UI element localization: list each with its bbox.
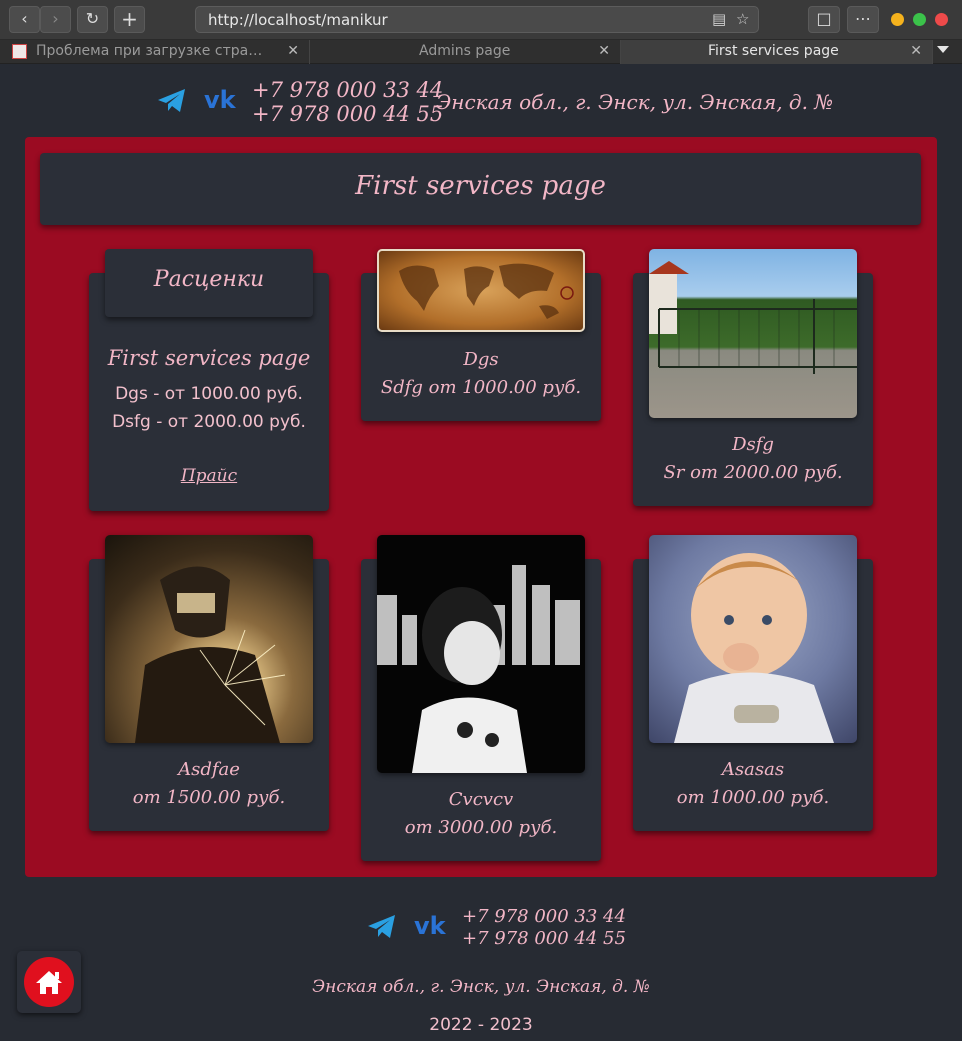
forward-button[interactable]: › <box>40 6 71 33</box>
tab-list-button[interactable] <box>937 46 949 53</box>
footer-years: 2022 - 2023 <box>429 1015 533 1035</box>
telegram-icon[interactable] <box>157 88 187 114</box>
service-price: от 1500.00 руб. <box>132 787 286 808</box>
telegram-icon[interactable] <box>367 914 397 940</box>
tab-bar: Проблема при загрузке стра… ✕ Admins pag… <box>0 40 962 64</box>
price-line-1: Dgs - от 1000.00 руб. <box>115 384 303 404</box>
new-tab-button[interactable]: + <box>114 6 145 33</box>
reload-button[interactable]: ↻ <box>77 6 108 33</box>
home-icon <box>36 971 62 994</box>
service-image-gate[interactable] <box>649 249 857 418</box>
price-line-2: Dsfg - от 2000.00 руб. <box>112 412 306 432</box>
price-subtitle: First services page <box>107 346 311 370</box>
close-icon[interactable]: ✕ <box>287 40 299 63</box>
star-icon[interactable]: ☆ <box>736 10 749 28</box>
home-button[interactable] <box>17 951 81 1013</box>
service-price: от 3000.00 руб. <box>404 817 558 838</box>
bookmark-button[interactable]: □ <box>808 6 840 33</box>
tab-label: Проблема при загрузке стра… <box>36 43 263 59</box>
tab-label: First services page <box>708 43 839 59</box>
service-price: Sdfg от 1000.00 руб. <box>380 377 582 398</box>
service-image-baby[interactable] <box>649 535 857 743</box>
header-address: Энская обл., г. Энск, ул. Энская, д. № <box>436 90 834 114</box>
header-phone-2[interactable]: +7 978 000 44 55 <box>252 102 443 126</box>
service-name: Dsfg <box>732 434 774 455</box>
reader-icon[interactable]: ▤ <box>712 10 726 28</box>
home-circle <box>24 957 74 1007</box>
maximize-dot[interactable] <box>913 13 926 26</box>
page-title-box: First services page <box>40 153 921 225</box>
page-title: First services page <box>355 171 606 201</box>
service-image-map[interactable] <box>377 249 585 332</box>
service-price: Sr от 2000.00 руб. <box>663 462 843 483</box>
service-name: Asdfae <box>178 759 240 780</box>
service-image-welder[interactable] <box>105 535 313 743</box>
tab-label: Admins page <box>419 43 511 59</box>
back-button[interactable]: ‹ <box>9 6 40 33</box>
menu-button[interactable]: ⋯ <box>847 6 879 33</box>
close-icon[interactable]: ✕ <box>598 40 610 63</box>
header-phone-1[interactable]: +7 978 000 33 44 <box>252 78 443 102</box>
service-image-child-bw[interactable] <box>377 535 585 773</box>
city-child-graphic <box>377 565 580 773</box>
service-price: от 1000.00 руб. <box>676 787 830 808</box>
vk-icon[interactable]: vk <box>414 912 446 940</box>
price-heading: Расценки <box>153 267 265 292</box>
browser-toolbar: ‹ › ↻ + http://localhost/manikur ▤ ☆ □ ⋯ <box>0 0 962 40</box>
footer-phone-1[interactable]: +7 978 000 33 44 <box>462 906 626 927</box>
welder-graphic <box>135 566 286 743</box>
tab-admins[interactable]: Admins page ✕ <box>310 40 621 64</box>
address-bar[interactable]: http://localhost/manikur ▤ ☆ <box>195 6 759 33</box>
service-name: Dgs <box>463 349 499 370</box>
header-contacts: vk +7 978 000 33 44 +7 978 000 44 55 Энс… <box>0 78 962 128</box>
world-map-graphic <box>399 263 574 319</box>
close-dot[interactable] <box>935 13 948 26</box>
minimize-dot[interactable] <box>891 13 904 26</box>
vk-icon[interactable]: vk <box>204 86 236 114</box>
favicon-icon <box>12 44 27 59</box>
baby-graphic <box>674 553 834 743</box>
tab-error[interactable]: Проблема при загрузке стра… ✕ <box>0 40 310 64</box>
service-name: Asasas <box>721 759 785 780</box>
close-icon[interactable]: ✕ <box>910 40 922 63</box>
tab-first-services[interactable]: First services page ✕ <box>621 40 933 64</box>
price-list-link[interactable]: Прайс <box>89 466 329 486</box>
service-name: Cvcvcv <box>448 789 514 810</box>
footer-phone-2[interactable]: +7 978 000 44 55 <box>462 928 626 949</box>
url-text[interactable]: http://localhost/manikur <box>208 11 388 29</box>
footer-address: Энская обл., г. Энск, ул. Энская, д. № <box>312 977 650 997</box>
price-heading-box: Расценки <box>105 249 313 317</box>
gate-graphic <box>649 261 857 374</box>
